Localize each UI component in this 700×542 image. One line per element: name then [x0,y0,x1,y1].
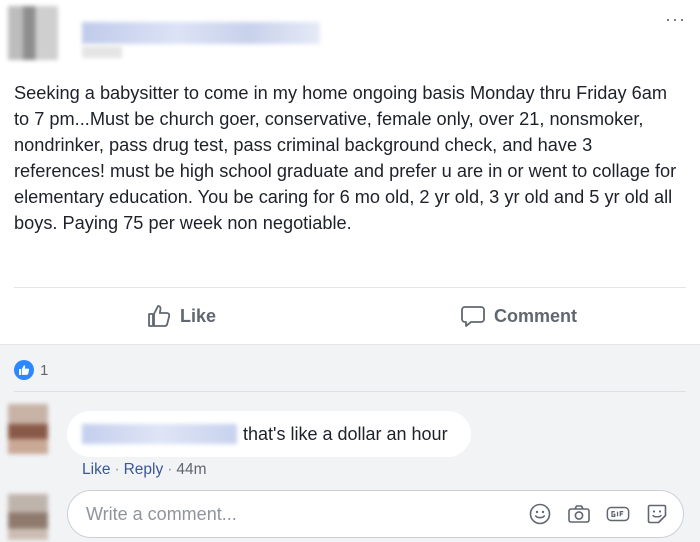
sticker-icon[interactable] [645,502,669,526]
comment-button[interactable]: Comment [460,300,577,332]
current-user-avatar [8,494,48,540]
like-button[interactable]: Like [146,300,216,332]
camera-icon[interactable] [567,502,591,526]
commenter-avatar[interactable] [8,404,48,454]
reaction-summary[interactable]: 1 [14,360,48,380]
divider [14,287,686,288]
comment-bubble-icon [460,303,486,329]
poster-avatar[interactable] [8,6,58,60]
separator: · [167,461,173,478]
gif-icon[interactable] [606,502,630,526]
commenter-name-redacted[interactable] [82,424,237,444]
separator: · [114,461,120,478]
poster-name-redacted[interactable] [82,22,320,44]
comment-actions: Like · Reply · 44m [82,460,207,480]
facebook-post: ··· Seeking a babysitter to come in my h… [0,0,700,542]
post-timestamp-redacted [82,46,122,58]
comment-button-label: Comment [494,305,578,326]
reaction-like-icon [14,360,34,380]
like-thumb-icon [146,303,172,329]
comment-reply-link[interactable]: Reply [124,461,164,478]
emoji-icon[interactable] [528,502,552,526]
divider [14,391,686,392]
reaction-count: 1 [40,361,49,379]
comment-text: that's like a dollar an hour [243,424,448,444]
comment-like-link[interactable]: Like [82,461,110,478]
post-body-text: Seeking a babysitter to come in my home … [14,83,677,233]
like-button-label: Like [180,305,217,326]
composer-tools [528,502,669,526]
more-options-button[interactable]: ··· [665,10,686,28]
comment-timestamp[interactable]: 44m [176,461,206,478]
